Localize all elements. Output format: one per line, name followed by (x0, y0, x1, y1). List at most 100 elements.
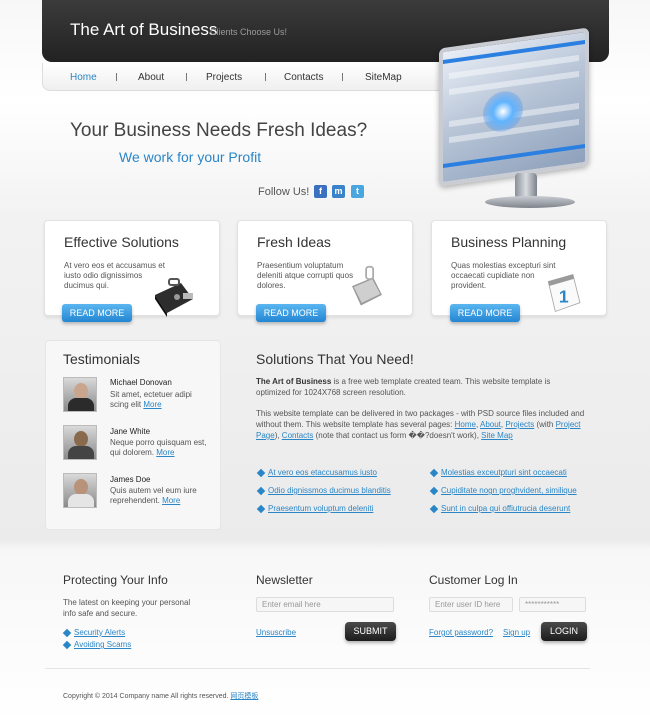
myspace-icon[interactable]: m (332, 185, 345, 198)
briefcase-icon (155, 278, 193, 317)
testimonial-quote: Quis autem vel eum iure reprehendent. (110, 486, 197, 505)
testimonial-text: Sit amet, ectetuer adipi scing elit More (110, 390, 210, 410)
forgot-password-link[interactable]: Forgot password? (429, 628, 493, 637)
newsletter-title: Newsletter (256, 573, 313, 587)
protect-title: Protecting Your Info (63, 573, 168, 587)
bullet-icon (62, 640, 72, 650)
feature-title: Business Planning (451, 234, 567, 250)
twitter-icon[interactable]: t (351, 185, 364, 198)
nav-separator (116, 73, 117, 81)
more-link[interactable]: More (143, 400, 161, 409)
screen-band (443, 144, 585, 168)
solution-bullet-link[interactable]: At vero eos etaccusamus iusto (268, 468, 377, 477)
testimonials-title: Testimonials (63, 351, 141, 367)
clipboard-icon (352, 265, 382, 306)
bullet-icon (429, 504, 439, 514)
nav-separator (265, 73, 266, 81)
testimonial-text: Neque porro quisquam est, qui dolorem. M… (110, 438, 210, 458)
avatar-body (68, 494, 94, 507)
copyright: Copyright © 2014 Company name All rights… (63, 691, 258, 701)
sign-up-link[interactable]: Sign up (503, 628, 530, 637)
bullet-icon (429, 486, 439, 496)
nav-projects[interactable]: Projects (206, 72, 242, 83)
avatar (63, 425, 97, 460)
nav-contacts[interactable]: Contacts (284, 72, 323, 83)
link-home[interactable]: Home (455, 420, 476, 429)
more-link[interactable]: More (156, 448, 174, 457)
protect-text: The latest on keeping your personal info… (63, 598, 191, 618)
site-tagline: Clients Choose Us! (210, 27, 288, 37)
feature-title: Effective Solutions (64, 234, 179, 250)
facebook-icon[interactable]: f (314, 185, 327, 198)
solutions-separator: ), (274, 431, 282, 440)
feature-card-business-planning: Business Planning Quas molestias exceptu… (431, 220, 607, 316)
read-more-button[interactable]: READ MORE (450, 304, 520, 322)
nav-separator (342, 73, 343, 81)
link-about[interactable]: About (480, 420, 501, 429)
nav-separator (186, 73, 187, 81)
security-alerts-link[interactable]: Security Alerts (74, 628, 125, 637)
submit-button[interactable]: SUBMIT (345, 622, 396, 641)
nav-about[interactable]: About (138, 72, 164, 83)
unsubscribe-link[interactable]: Unsuscribe (256, 628, 296, 637)
solution-bullet-link[interactable]: Molestias exceutpturi sint occaecati (441, 468, 567, 477)
nav-home[interactable]: Home (70, 72, 97, 83)
solutions-intro: The Art of Business is a free web templa… (256, 376, 586, 398)
testimonial-name: James Doe (110, 475, 151, 484)
monitor-base (485, 196, 575, 208)
bullet-icon (62, 628, 72, 638)
footer-link[interactable]: 网页模板 (230, 693, 258, 700)
link-sitemap[interactable]: Site Map (481, 431, 513, 440)
avatar-body (68, 446, 94, 459)
feature-card-effective-solutions: Effective Solutions At vero eos et accus… (44, 220, 220, 317)
solution-bullet-link[interactable]: Sunt in culpa qui offiutrucia deserunt (441, 504, 570, 513)
hero-headline: Your Business Needs Fresh Ideas? (70, 120, 368, 141)
page: The Art of Business Clients Choose Us! H… (0, 0, 650, 722)
link-projects[interactable]: Projects (505, 420, 534, 429)
solutions-title: Solutions That You Need! (256, 351, 414, 367)
avatar (63, 473, 97, 508)
solution-bullet-link[interactable]: Praesentum voluptum deleniti (268, 504, 373, 513)
nav-sitemap[interactable]: SiteMap (365, 72, 402, 83)
solution-bullet-link[interactable]: Odio dignissmos ducimus blanditis (268, 486, 391, 495)
bullet-icon (256, 486, 266, 496)
more-link[interactable]: More (162, 496, 180, 505)
avatar-head (74, 479, 88, 495)
calendar-icon: 1 (547, 273, 581, 313)
avatar (63, 377, 97, 412)
calendar-number: 1 (559, 287, 569, 307)
bullet-icon (256, 468, 266, 478)
email-input[interactable]: Enter email here (256, 597, 394, 612)
avatar-body (68, 398, 94, 411)
site-title[interactable]: The Art of Business (70, 20, 217, 40)
avoiding-scams-link[interactable]: Avoiding Scams (74, 640, 131, 649)
bullet-icon (256, 504, 266, 514)
feature-title: Fresh Ideas (257, 234, 331, 250)
monitor-screen (439, 27, 589, 187)
link-contacts[interactable]: Contacts (282, 431, 314, 440)
testimonial-name: Jane White (110, 427, 151, 436)
solutions-with-label: (with (534, 420, 556, 429)
solutions-intro-bold: The Art of Business (256, 377, 332, 386)
solutions-packages-text: This website template can be delivered i… (256, 409, 585, 440)
avatar-head (74, 431, 88, 447)
password-input[interactable]: *********** (519, 597, 586, 612)
copyright-text: Copyright © 2014 Company name All rights… (63, 693, 229, 700)
monitor-illustration (433, 18, 613, 213)
login-button[interactable]: LOGIN (541, 622, 587, 641)
read-more-button[interactable]: READ MORE (62, 304, 132, 322)
solution-bullet-link[interactable]: Cupiditate nogn proghvident, similique (441, 486, 577, 495)
feature-card-fresh-ideas: Fresh Ideas Praesentium voluptatum delen… (237, 220, 413, 316)
footer-divider (45, 668, 590, 669)
testimonial-text: Quis autem vel eum iure reprehendent. Mo… (110, 486, 210, 506)
avatar-head (74, 383, 88, 399)
user-id-input[interactable]: Enter user ID here (429, 597, 513, 612)
main-nav: Home About Projects Contacts SiteMap (42, 63, 452, 91)
testimonial-name: Michael Donovan (110, 378, 172, 387)
read-more-button[interactable]: READ MORE (256, 304, 326, 322)
solutions-note: (note that contact us form ��?doesn't wo… (313, 431, 482, 440)
follow-us-label: Follow Us! (258, 186, 310, 198)
hero-subheadline: We work for your Profit (119, 149, 262, 165)
bullet-icon (429, 468, 439, 478)
login-title: Customer Log In (429, 573, 518, 587)
